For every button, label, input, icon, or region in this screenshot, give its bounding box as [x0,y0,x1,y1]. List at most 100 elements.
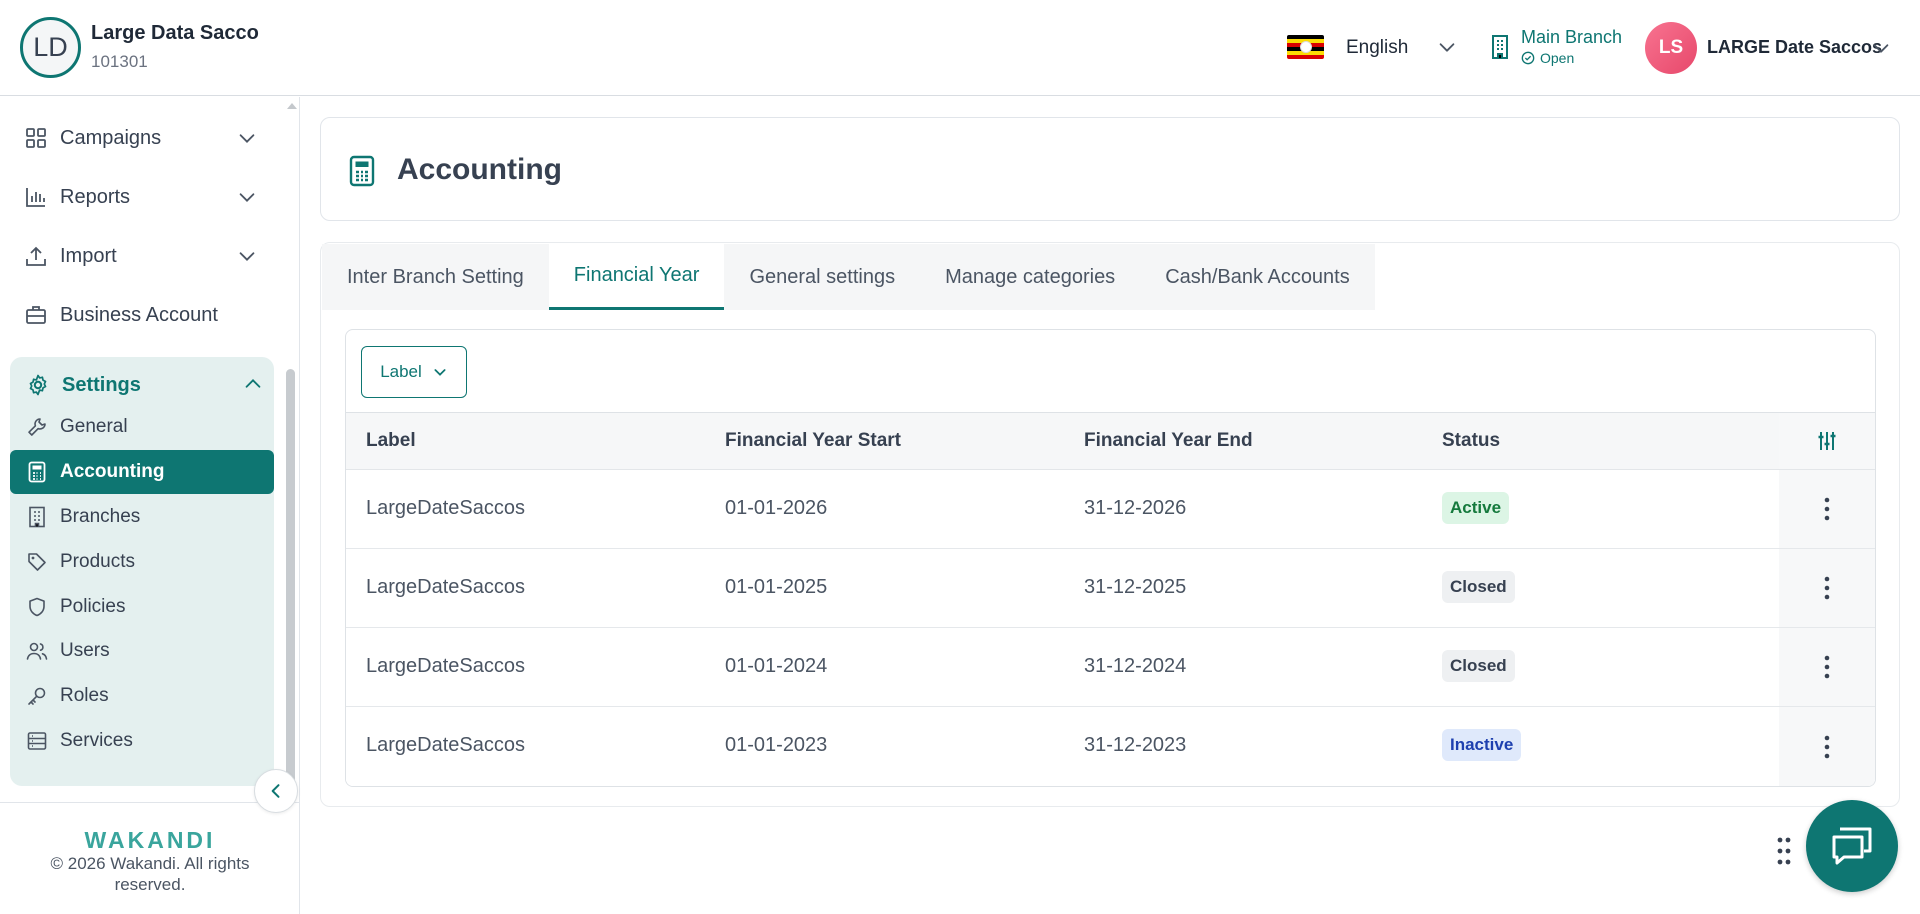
tab-bar: Inter Branch Setting Financial Year Gene… [322,244,1375,310]
cell-label: LargeDateSaccos [366,576,525,598]
check-circle-icon [1521,51,1535,65]
column-header-start[interactable]: Financial Year Start [725,430,901,452]
column-header-end[interactable]: Financial Year End [1084,430,1253,452]
cell-label: LargeDateSaccos [366,655,525,677]
tab-manage-categories[interactable]: Manage categories [920,244,1141,310]
column-header-status[interactable]: Status [1442,430,1500,452]
sidebar-item-settings[interactable]: Settings [26,373,266,397]
sidebar-item-reports[interactable]: Reports [24,177,264,217]
chevron-up-icon [245,379,261,388]
cell-end: 31-12-2026 [1084,497,1187,519]
language-selector[interactable]: English [1346,37,1408,59]
row-actions [1779,549,1875,627]
chat-bubble-icon [1832,827,1872,865]
upload-icon [24,244,48,268]
table-row[interactable]: LargeDateSaccos 01-01-2023 31-12-2023 In… [346,707,1875,786]
row-actions [1779,470,1875,548]
sidebar-item-label: Campaigns [60,126,162,149]
chevron-left-icon [271,784,280,798]
sidebar-item-label: Products [60,551,135,572]
column-settings [1779,413,1875,469]
grid-icon [24,126,48,150]
tab-general-settings[interactable]: General settings [724,244,921,310]
table-row[interactable]: LargeDateSaccos 01-01-2025 31-12-2025 Cl… [346,549,1875,628]
building-icon [1492,35,1508,59]
chevron-down-icon [239,193,255,202]
server-icon [26,730,48,752]
collapse-sidebar-button[interactable] [254,769,298,813]
sidebar-item-accounting[interactable]: Accounting [10,450,274,494]
sidebar-item-label: Business Account [60,303,218,326]
tab-financial-year[interactable]: Financial Year [548,244,725,310]
more-vertical-icon[interactable] [1823,655,1831,679]
sidebar-item-import[interactable]: Import [24,236,264,276]
financial-year-table: Label Financial Year Start Financial Yea… [345,413,1876,787]
uganda-flag-icon[interactable] [1287,35,1324,59]
calculator-icon [26,461,48,483]
sidebar-item-label: Roles [60,685,109,706]
tab-inter-branch-setting[interactable]: Inter Branch Setting [322,244,549,310]
table-row[interactable]: LargeDateSaccos 01-01-2024 31-12-2024 Cl… [346,628,1875,707]
sidebar-item-services[interactable]: Services [10,719,274,763]
org-name: Large Data Sacco [91,22,259,44]
bar-chart-icon [24,185,48,209]
cell-end: 31-12-2024 [1084,655,1187,677]
sidebar-item-label: Branches [60,506,141,527]
cell-start: 01-01-2025 [725,576,828,598]
sidebar-item-roles[interactable]: Roles [10,674,274,718]
top-bar: LD Large Data Sacco 101301 English Main … [0,0,1920,96]
sidebar-item-campaigns[interactable]: Campaigns [24,118,264,158]
shield-icon [26,596,48,618]
column-header-label[interactable]: Label [366,430,416,452]
sidebar-item-branches[interactable]: Branches [10,495,274,539]
sidebar-item-policies[interactable]: Policies [10,585,274,629]
tag-icon [26,551,48,573]
more-vertical-icon[interactable] [1823,576,1831,600]
sidebar-item-label: Import [60,244,117,267]
user-avatar[interactable]: LS [1645,22,1697,74]
calculator-icon [349,155,375,187]
status-badge: Active [1442,492,1510,524]
org-avatar[interactable]: LD [20,17,81,78]
sidebar-item-business-account[interactable]: Business Account [24,295,264,335]
org-code: 101301 [91,52,148,71]
label-filter-button[interactable]: Label [361,346,467,398]
copyright-text: © 2026 Wakandi. All rights reserved. [50,854,250,894]
drag-handle-icon[interactable] [1777,836,1791,866]
row-actions [1779,707,1875,786]
table-row[interactable]: LargeDateSaccos 01-01-2026 31-12-2026 Ac… [346,470,1875,549]
sidebar-scrollbar[interactable] [284,99,297,789]
chevron-down-icon[interactable] [1436,36,1458,58]
tab-cash-bank-accounts[interactable]: Cash/Bank Accounts [1140,244,1375,310]
sidebar-item-label: Policies [60,596,126,617]
sidebar-item-general[interactable]: General [10,405,274,449]
page-title: Accounting [397,153,562,186]
briefcase-icon [24,303,48,327]
row-actions [1779,628,1875,706]
content-card: Inter Branch Setting Financial Year Gene… [320,242,1900,807]
sidebar-item-label: Reports [60,185,131,208]
filter-bar: Label [345,329,1876,413]
branch-name[interactable]: Main Branch [1521,27,1622,48]
chevron-down-icon[interactable] [1870,37,1892,59]
settings-label: Settings [62,373,141,396]
filter-label: Label [380,362,422,381]
wrench-icon [26,416,48,438]
user-name[interactable]: LARGE Date Saccos [1707,37,1882,58]
branch-status-label: Open [1540,50,1575,66]
chat-button[interactable] [1806,800,1898,892]
cell-start: 01-01-2026 [725,497,828,519]
chevron-down-icon [434,369,446,376]
column-settings-icon[interactable] [1817,430,1837,452]
more-vertical-icon[interactable] [1823,735,1831,759]
brand-logo: WAKANDI [84,827,216,853]
sidebar-item-users[interactable]: Users [10,629,274,673]
sidebar-item-label: Accounting [60,461,165,482]
sidebar-item-products[interactable]: Products [10,540,274,584]
scroll-thumb[interactable] [286,369,295,789]
status-badge: Closed [1442,571,1515,603]
scroll-up-arrow-icon[interactable] [287,103,297,109]
table-header: Label Financial Year Start Financial Yea… [346,413,1875,470]
more-vertical-icon[interactable] [1823,497,1831,521]
key-icon [26,685,48,707]
